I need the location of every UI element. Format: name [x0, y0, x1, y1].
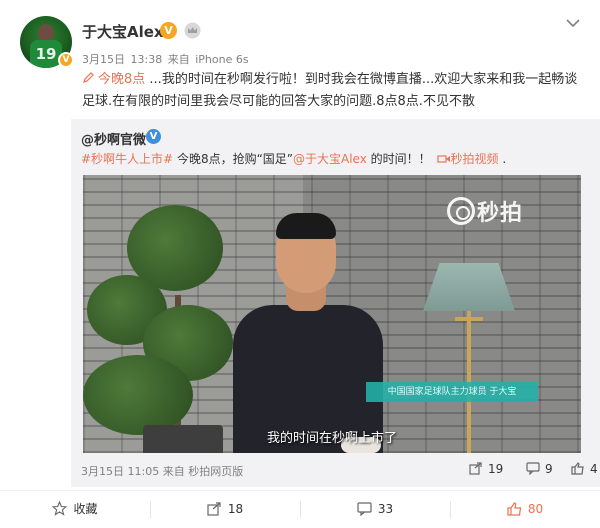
video-player[interactable]: 秒拍 中国国家足球队主力球员 于大宝 我的时间在秒啊上市了	[83, 175, 581, 453]
forward-icon	[207, 502, 221, 516]
video-nameplate: 中国国家足球队主力球员 于大宝	[366, 382, 538, 402]
favorite-button[interactable]: 收藏	[0, 491, 150, 528]
post-date[interactable]: 3月15日	[82, 53, 125, 66]
repost-time[interactable]: 11:05	[128, 465, 160, 478]
repost-box: @秒啊官微 V #秒啊牛人上市# 今晚8点，抢购“国足”@于大宝Alex 的时间…	[71, 119, 600, 453]
thumbs-up-icon	[507, 502, 522, 516]
forward-button[interactable]: 18	[150, 491, 300, 528]
repost-forward-count: 19	[488, 462, 504, 476]
chevron-down-icon[interactable]	[564, 16, 582, 30]
tonight-link[interactable]: 今晚8点	[98, 72, 145, 87]
forward-count: 18	[227, 502, 244, 516]
comment-icon	[526, 462, 540, 476]
favorite-label: 收藏	[73, 502, 98, 516]
forward-icon	[469, 462, 482, 475]
like-button[interactable]: 80	[450, 491, 600, 528]
thumbs-up-icon	[571, 462, 584, 475]
repost-text: #秒啊牛人上市# 今晚8点，抢购“国足”@于大宝Alex 的时间！！ 秒拍视频 …	[81, 150, 506, 167]
repost-text-3: .	[498, 152, 507, 166]
vip-crown-icon	[184, 22, 201, 39]
weibo-post-card: 19 V 于大宝Alex V 3月15日 13:38 来自 iPhone 6s …	[0, 0, 600, 527]
repost-date[interactable]: 3月15日	[81, 465, 124, 478]
repost-footer: 3月15日 11:05 来自 秒拍网页版 19 9 4	[71, 453, 600, 487]
repost-source[interactable]: 来自 秒拍网页版	[163, 465, 244, 478]
comment-button[interactable]: 33	[300, 491, 450, 528]
video-subtitle: 我的时间在秒啊上市了	[267, 431, 398, 446]
pencil-icon	[83, 72, 94, 83]
repost-text-1: 今晚8点，抢购“国足”	[173, 152, 294, 166]
username[interactable]: 于大宝Alex	[82, 21, 164, 42]
post-time[interactable]: 13:38	[131, 53, 163, 66]
post-source-prefix: 来自	[167, 53, 190, 66]
post-body: ...我的时间在秒啊发行啦！到时我会在微博直播...欢迎大家来和我一起畅谈足球.…	[82, 72, 578, 109]
repost-author[interactable]: @秒啊官微	[81, 129, 146, 148]
mention-link[interactable]: @于大宝Alex	[293, 152, 367, 166]
video-camera-icon	[436, 155, 450, 163]
verified-gold-icon: V	[160, 22, 177, 39]
miaopai-logo-icon	[447, 197, 475, 225]
comment-icon	[357, 502, 372, 517]
repost-comment-count: 9	[545, 462, 553, 476]
repost-like-count: 4	[590, 462, 598, 476]
video-link[interactable]: 秒拍视频	[451, 152, 499, 166]
repost-forward-button[interactable]: 19	[469, 462, 503, 476]
comment-count: 33	[377, 502, 394, 516]
post-source[interactable]: iPhone 6s	[195, 53, 248, 66]
post-meta: 3月15日 13:38 来自 iPhone 6s	[82, 51, 251, 67]
repost-comment-button[interactable]: 9	[526, 462, 553, 476]
like-count: 80	[527, 502, 544, 516]
hashtag-link[interactable]: #秒啊牛人上市#	[81, 152, 173, 166]
repost-text-2: 的时间！！	[366, 152, 431, 166]
video-watermark: 秒拍	[477, 201, 524, 226]
repost-meta: 3月15日 11:05 来自 秒拍网页版	[81, 463, 243, 479]
repost-like-button[interactable]: 4	[571, 462, 598, 476]
verified-badge-icon: V	[58, 52, 74, 68]
post-text: 今晚8点 ...我的时间在秒啊发行啦！到时我会在微博直播...欢迎大家来和我一起…	[82, 69, 587, 113]
verified-blue-icon: V	[146, 129, 161, 144]
action-bar: 收藏 18 33 80	[0, 490, 600, 527]
star-icon	[52, 500, 68, 516]
